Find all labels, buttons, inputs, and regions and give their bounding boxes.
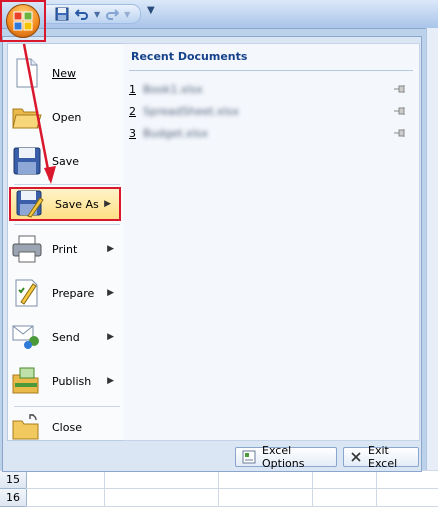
menu-item-new[interactable]: New [8, 52, 122, 94]
printer-icon [8, 231, 46, 267]
save-as-icon [11, 189, 49, 219]
close-folder-icon [8, 409, 46, 445]
ribbon-edge [426, 28, 438, 478]
office-logo-icon [6, 4, 40, 38]
menu-item-label: New [52, 66, 76, 80]
pin-icon[interactable] [393, 106, 407, 116]
options-icon [242, 450, 256, 464]
exit-excel-button[interactable]: Exit Excel [343, 444, 419, 470]
office-menu: New Open Save Save As ▶ Print ▶ Prepare … [2, 36, 422, 472]
submenu-arrow-icon: ▶ [107, 332, 114, 342]
menu-commands: New Open Save Save As ▶ Print ▶ Prepare … [7, 43, 125, 441]
recent-documents-panel: Recent Documents 1 Book1.xlsx 2 SpreadSh… [123, 43, 420, 441]
menu-item-label: Send [52, 330, 80, 344]
row-header[interactable]: 16 [0, 489, 27, 507]
menu-item-save-as[interactable]: Save As ▶ [9, 187, 121, 221]
pin-icon[interactable] [393, 128, 407, 138]
recent-document-item[interactable]: 1 Book1.xlsx [129, 80, 413, 98]
recent-document-item[interactable]: 3 Budget.xlsx [129, 124, 413, 142]
close-icon [350, 450, 362, 464]
menu-item-label: Print [52, 242, 78, 256]
quick-access-toolbar: ▼ ▼ [44, 4, 142, 24]
undo-icon[interactable] [74, 6, 90, 22]
redo-icon[interactable] [104, 6, 120, 22]
office-button[interactable] [0, 0, 46, 42]
recent-document-item[interactable]: 2 SpreadSheet.xlsx [129, 102, 413, 120]
menu-item-print[interactable]: Print ▶ [8, 228, 122, 270]
recent-document-name: Book1.xlsx [143, 82, 203, 96]
submenu-arrow-icon: ▶ [107, 288, 114, 298]
excel-options-button[interactable]: Excel Options [235, 444, 337, 470]
recent-document-number: 2 [129, 104, 136, 118]
menu-item-close[interactable]: Close [8, 406, 122, 448]
menu-item-save[interactable]: Save [8, 140, 122, 182]
row-header[interactable]: 15 [0, 471, 27, 489]
undo-dropdown-icon[interactable]: ▼ [94, 10, 100, 19]
menu-item-send[interactable]: Send ▶ [8, 316, 122, 358]
menu-item-publish[interactable]: Publish ▶ [8, 360, 122, 402]
customize-toolbar-icon[interactable]: ▼ [147, 5, 155, 16]
menu-item-label: Save As [55, 197, 99, 211]
menu-item-open[interactable]: Open [8, 96, 122, 138]
title-bar: ▼ ▼ ▼ [0, 0, 438, 29]
submenu-arrow-icon: ▶ [107, 376, 114, 386]
submenu-arrow-icon: ▶ [107, 244, 114, 254]
menu-item-label: Close [52, 420, 82, 434]
recent-document-name: SpreadSheet.xlsx [143, 104, 239, 118]
exit-excel-label: Exit Excel [368, 444, 398, 470]
new-document-icon [8, 55, 46, 91]
pin-icon[interactable] [393, 84, 407, 94]
recent-document-name: Budget.xlsx [143, 126, 208, 140]
menu-footer: Excel Options Exit Excel [3, 443, 421, 471]
recent-document-number: 1 [129, 82, 136, 96]
excel-options-label: Excel Options [262, 444, 305, 470]
menu-item-label: Open [52, 110, 82, 124]
save-icon[interactable] [54, 6, 70, 22]
redo-dropdown-icon[interactable]: ▼ [124, 10, 130, 19]
submenu-arrow-icon: ▶ [104, 199, 111, 209]
publish-icon [8, 363, 46, 399]
menu-item-label: Save [52, 154, 80, 168]
open-folder-icon [8, 99, 46, 135]
menu-item-label: Prepare [52, 286, 95, 300]
prepare-document-icon [8, 275, 46, 311]
save-disk-icon [8, 143, 46, 179]
recent-document-number: 3 [129, 126, 136, 140]
menu-item-label: Publish [52, 374, 92, 388]
recent-documents-title: Recent Documents [131, 50, 248, 63]
worksheet-grid[interactable]: 15 16 [0, 470, 438, 507]
send-icon [8, 319, 46, 355]
menu-item-prepare[interactable]: Prepare ▶ [8, 272, 122, 314]
